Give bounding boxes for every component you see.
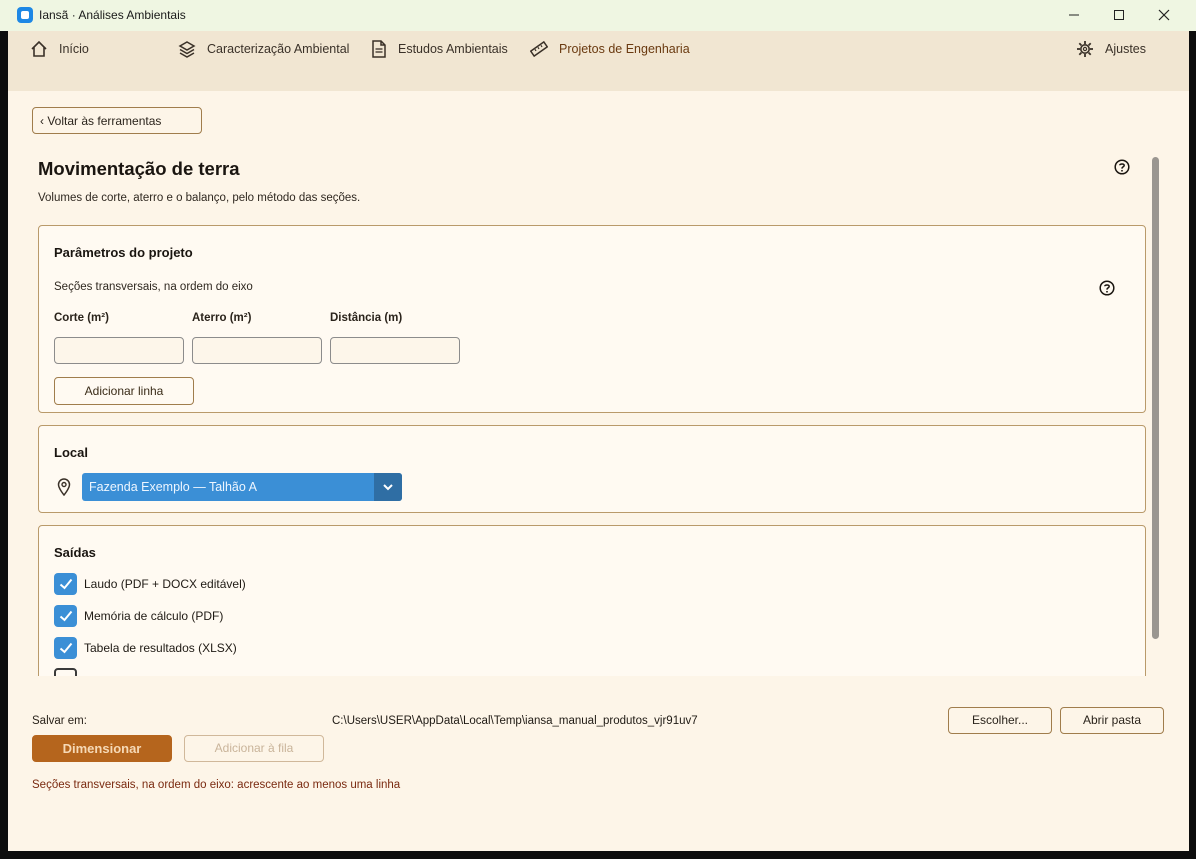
output-laudo-label: Laudo (PDF + DOCX editável)	[84, 577, 246, 591]
nav-ajustes-label: Ajustes	[1105, 42, 1146, 56]
sections-label: Seções transversais, na ordem do eixo	[54, 281, 253, 293]
app-window: Início Caracterização Ambiental Estudos …	[8, 31, 1189, 851]
error-message: Seções transversais, na ordem do eixo: a…	[32, 779, 401, 791]
nav-estudos-label: Estudos Ambientais	[398, 42, 508, 56]
corte-label: Corte (m²)	[54, 312, 109, 324]
title-bar: Iansã · Análises Ambientais	[0, 0, 1196, 31]
choose-folder-button[interactable]: Escolher...	[948, 707, 1052, 734]
help-icon[interactable]	[1114, 159, 1130, 175]
output-tabela-label: Tabela de resultados (XLSX)	[84, 641, 237, 655]
save-label: Salvar em:	[32, 715, 87, 727]
close-icon	[1158, 9, 1170, 21]
nav-caracterizacao-label: Caracterização Ambiental	[207, 42, 350, 56]
nav-caracterizacao[interactable]: Caracterização Ambiental	[178, 38, 349, 60]
home-icon	[31, 40, 47, 57]
local-title: Local	[54, 445, 88, 460]
document-icon	[372, 40, 386, 58]
page-subtitle: Volumes de corte, aterro e o balanço, pe…	[38, 192, 361, 204]
checkmark-icon	[59, 610, 72, 622]
local-select[interactable]: Fazenda Exemplo — Talhão A	[82, 473, 402, 501]
minimize-icon	[1069, 14, 1079, 16]
local-select-value: Fazenda Exemplo — Talhão A	[89, 480, 257, 494]
back-to-tools-button[interactable]: ‹ Voltar às ferramentas	[32, 107, 202, 134]
maximize-icon	[1114, 10, 1124, 20]
checkbox-unchecked[interactable]	[54, 668, 77, 676]
layers-icon	[178, 41, 196, 58]
page-title: Movimentação de terra	[38, 158, 240, 179]
distancia-label: Distância (m)	[330, 312, 403, 324]
nav-estudos[interactable]: Estudos Ambientais	[371, 38, 508, 60]
checkbox-memoria[interactable]	[54, 605, 77, 627]
app-icon	[17, 7, 33, 23]
add-to-queue-button[interactable]: Adicionar à fila	[184, 735, 324, 762]
output-tabela[interactable]: Tabela de resultados (XLSX)	[54, 637, 237, 659]
minimize-button[interactable]	[1051, 0, 1097, 31]
nav-projetos-label: Projetos de Engenharia	[559, 42, 690, 56]
aterro-input[interactable]	[192, 337, 322, 364]
nav-projetos[interactable]: Projetos de Engenharia	[530, 38, 690, 60]
aterro-label: Aterro (m²)	[192, 312, 252, 324]
save-path: C:\Users\USER\AppData\Local\Temp\iansa_m…	[332, 715, 698, 727]
distancia-input[interactable]	[330, 337, 460, 364]
top-navbar: Início Caracterização Ambiental Estudos …	[8, 31, 1189, 91]
ruler-icon	[530, 40, 548, 58]
open-folder-button[interactable]: Abrir pasta	[1060, 707, 1164, 734]
checkbox-tabela[interactable]	[54, 637, 77, 659]
scrollbar[interactable]	[1152, 157, 1159, 639]
output-memoria[interactable]: Memória de cálculo (PDF)	[54, 605, 223, 627]
checkbox-laudo[interactable]	[54, 573, 77, 595]
location-pin-icon	[57, 478, 71, 496]
outputs-title: Saídas	[54, 545, 96, 560]
sections-help-icon[interactable]	[1099, 280, 1115, 296]
scrollbar-thumb[interactable]	[1152, 157, 1159, 639]
nav-inicio[interactable]: Início	[30, 38, 89, 60]
output-memoria-label: Memória de cálculo (PDF)	[84, 609, 224, 623]
chevron-down-icon	[374, 473, 402, 501]
maximize-button[interactable]	[1096, 0, 1142, 31]
output-hidden-row	[54, 668, 77, 676]
add-row-button[interactable]: Adicionar linha	[54, 377, 194, 405]
checkmark-icon	[59, 642, 72, 654]
nav-inicio-label: Início	[59, 42, 89, 56]
close-button[interactable]	[1141, 0, 1187, 31]
nav-ajustes[interactable]: Ajustes	[1076, 38, 1146, 60]
gear-icon	[1077, 41, 1093, 57]
output-laudo[interactable]: Laudo (PDF + DOCX editável)	[54, 573, 246, 595]
checkmark-icon	[59, 578, 72, 590]
corte-input[interactable]	[54, 337, 184, 364]
dimension-button[interactable]: Dimensionar	[32, 735, 172, 762]
window-title: Iansã · Análises Ambientais	[39, 8, 186, 22]
params-title: Parâmetros do projeto	[54, 245, 193, 260]
